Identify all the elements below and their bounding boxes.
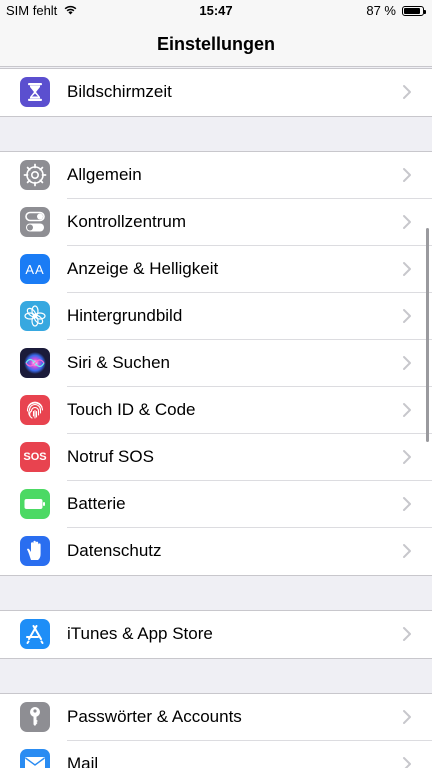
chevron-right-icon	[403, 757, 411, 768]
settings-row-mail[interactable]: Mail	[0, 741, 432, 768]
text-size-icon-glyph: AA	[25, 261, 45, 277]
settings-screen: SIM fehlt 15:47 87 % Einstellungen Bilds…	[0, 0, 432, 768]
settings-row-label: Touch ID & Code	[67, 400, 196, 419]
sos-icon-glyph: SOS	[23, 451, 47, 463]
settings-row-notruf-sos[interactable]: SOS Notruf SOS	[0, 434, 432, 481]
chevron-right-icon	[403, 544, 411, 558]
battery-percent: 87 %	[366, 3, 396, 18]
settings-row-label: Kontrollzentrum	[67, 212, 187, 231]
navigation-bar: Einstellungen	[0, 22, 432, 67]
settings-row-bildschirmzeit[interactable]: Bildschirmzeit	[0, 69, 432, 116]
chevron-right-icon	[403, 497, 411, 511]
chevron-right-icon	[403, 403, 411, 417]
settings-row-batterie[interactable]: Batterie	[0, 481, 432, 528]
fingerprint-icon	[20, 395, 50, 425]
key-icon	[20, 702, 50, 732]
chevron-right-icon	[403, 356, 411, 370]
chevron-right-icon	[403, 627, 411, 641]
settings-row-label: Hintergrundbild	[67, 306, 183, 325]
battery-status-icon	[402, 5, 426, 16]
settings-row-label: Siri & Suchen	[67, 353, 170, 372]
scroll-indicator[interactable]	[426, 228, 429, 442]
settings-row-siri-suchen[interactable]: Siri & Suchen	[0, 340, 432, 387]
siri-icon	[20, 348, 50, 378]
page-title: Einstellungen	[156, 34, 275, 54]
chevron-right-icon	[403, 309, 411, 323]
settings-row-label: Anzeige & Helligkeit	[67, 259, 219, 278]
app-store-icon	[20, 619, 50, 649]
settings-row-anzeige-helligkeit[interactable]: AA Anzeige & Helligkeit	[0, 246, 432, 293]
chevron-right-icon	[403, 262, 411, 276]
mail-icon	[20, 749, 50, 768]
settings-row-datenschutz[interactable]: Datenschutz	[0, 528, 432, 575]
toggles-icon	[20, 207, 50, 237]
battery-icon	[20, 489, 50, 519]
text-size-icon: AA	[20, 254, 50, 284]
settings-row-allgemein[interactable]: Allgemein	[0, 152, 432, 199]
chevron-right-icon	[403, 168, 411, 182]
chevron-right-icon	[403, 85, 411, 99]
hourglass-icon	[20, 77, 50, 107]
settings-row-label: Datenschutz	[67, 541, 162, 560]
chevron-right-icon	[403, 710, 411, 724]
settings-group-screen-time: Bildschirmzeit	[0, 68, 432, 117]
settings-row-label: Passwörter & Accounts	[67, 707, 242, 726]
settings-row-itunes-app-store[interactable]: iTunes & App Store	[0, 611, 432, 658]
settings-row-label: Notruf SOS	[67, 447, 154, 466]
status-bar: SIM fehlt 15:47 87 %	[0, 0, 432, 22]
chevron-right-icon	[403, 215, 411, 229]
settings-row-label: Batterie	[67, 494, 126, 513]
settings-row-label: Allgemein	[67, 165, 142, 184]
sos-icon: SOS	[20, 442, 50, 472]
settings-group-general: Allgemein Kontrollzentrum AA Anzeige & H	[0, 151, 432, 576]
gear-icon	[20, 160, 50, 190]
settings-group-store: iTunes & App Store	[0, 610, 432, 659]
flower-icon	[20, 301, 50, 331]
settings-row-label: Bildschirmzeit	[67, 82, 172, 101]
settings-row-label: iTunes & App Store	[67, 624, 213, 643]
chevron-right-icon	[403, 450, 411, 464]
hand-icon	[20, 536, 50, 566]
settings-row-label: Mail	[67, 754, 99, 768]
settings-row-hintergrundbild[interactable]: Hintergrundbild	[0, 293, 432, 340]
settings-group-accounts: Passwörter & Accounts Mail	[0, 693, 432, 768]
settings-row-kontrollzentrum[interactable]: Kontrollzentrum	[0, 199, 432, 246]
settings-row-touch-id-code[interactable]: Touch ID & Code	[0, 387, 432, 434]
settings-row-passwoerter-accounts[interactable]: Passwörter & Accounts	[0, 694, 432, 741]
